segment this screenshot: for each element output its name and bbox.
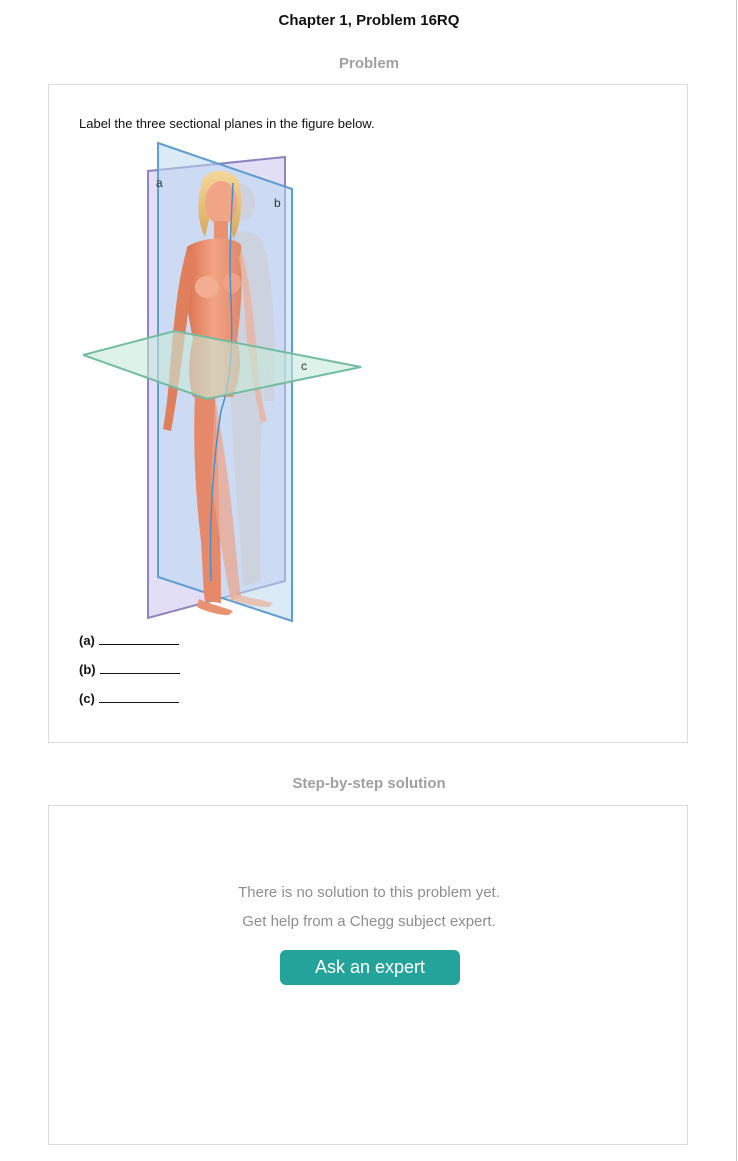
page-title: Chapter 1, Problem 16RQ — [278, 12, 460, 29]
answer-c: (c) — [79, 691, 179, 706]
plane-c — [83, 329, 362, 401]
solution-panel: There is no solution to this problem yet… — [48, 805, 688, 1145]
page-right-border — [736, 0, 737, 1161]
problem-panel: Label the three sectional planes in the … — [48, 84, 688, 743]
no-solution-message: There is no solution to this problem yet… — [238, 884, 500, 901]
answer-a-blank — [98, 633, 179, 645]
answer-c-blank — [98, 691, 179, 703]
answer-a: (a) — [79, 633, 179, 648]
answer-b-blank — [99, 662, 180, 674]
answer-c-label: (c) — [79, 691, 95, 706]
label-c: c — [301, 359, 307, 373]
label-b: b — [274, 196, 281, 210]
question-text: Label the three sectional planes in the … — [79, 116, 375, 131]
ask-an-expert-button[interactable]: Ask an expert — [280, 950, 460, 985]
solution-heading: Step-by-step solution — [292, 775, 446, 792]
expert-help-message: Get help from a Chegg subject expert. — [242, 913, 496, 930]
label-a: a — [156, 176, 163, 190]
problem-heading: Problem — [338, 55, 399, 72]
answer-a-label: (a) — [79, 633, 95, 648]
sectional-planes-figure: a b c — [83, 141, 362, 623]
answer-b-label: (b) — [79, 662, 96, 677]
answer-b: (b) — [79, 662, 180, 677]
